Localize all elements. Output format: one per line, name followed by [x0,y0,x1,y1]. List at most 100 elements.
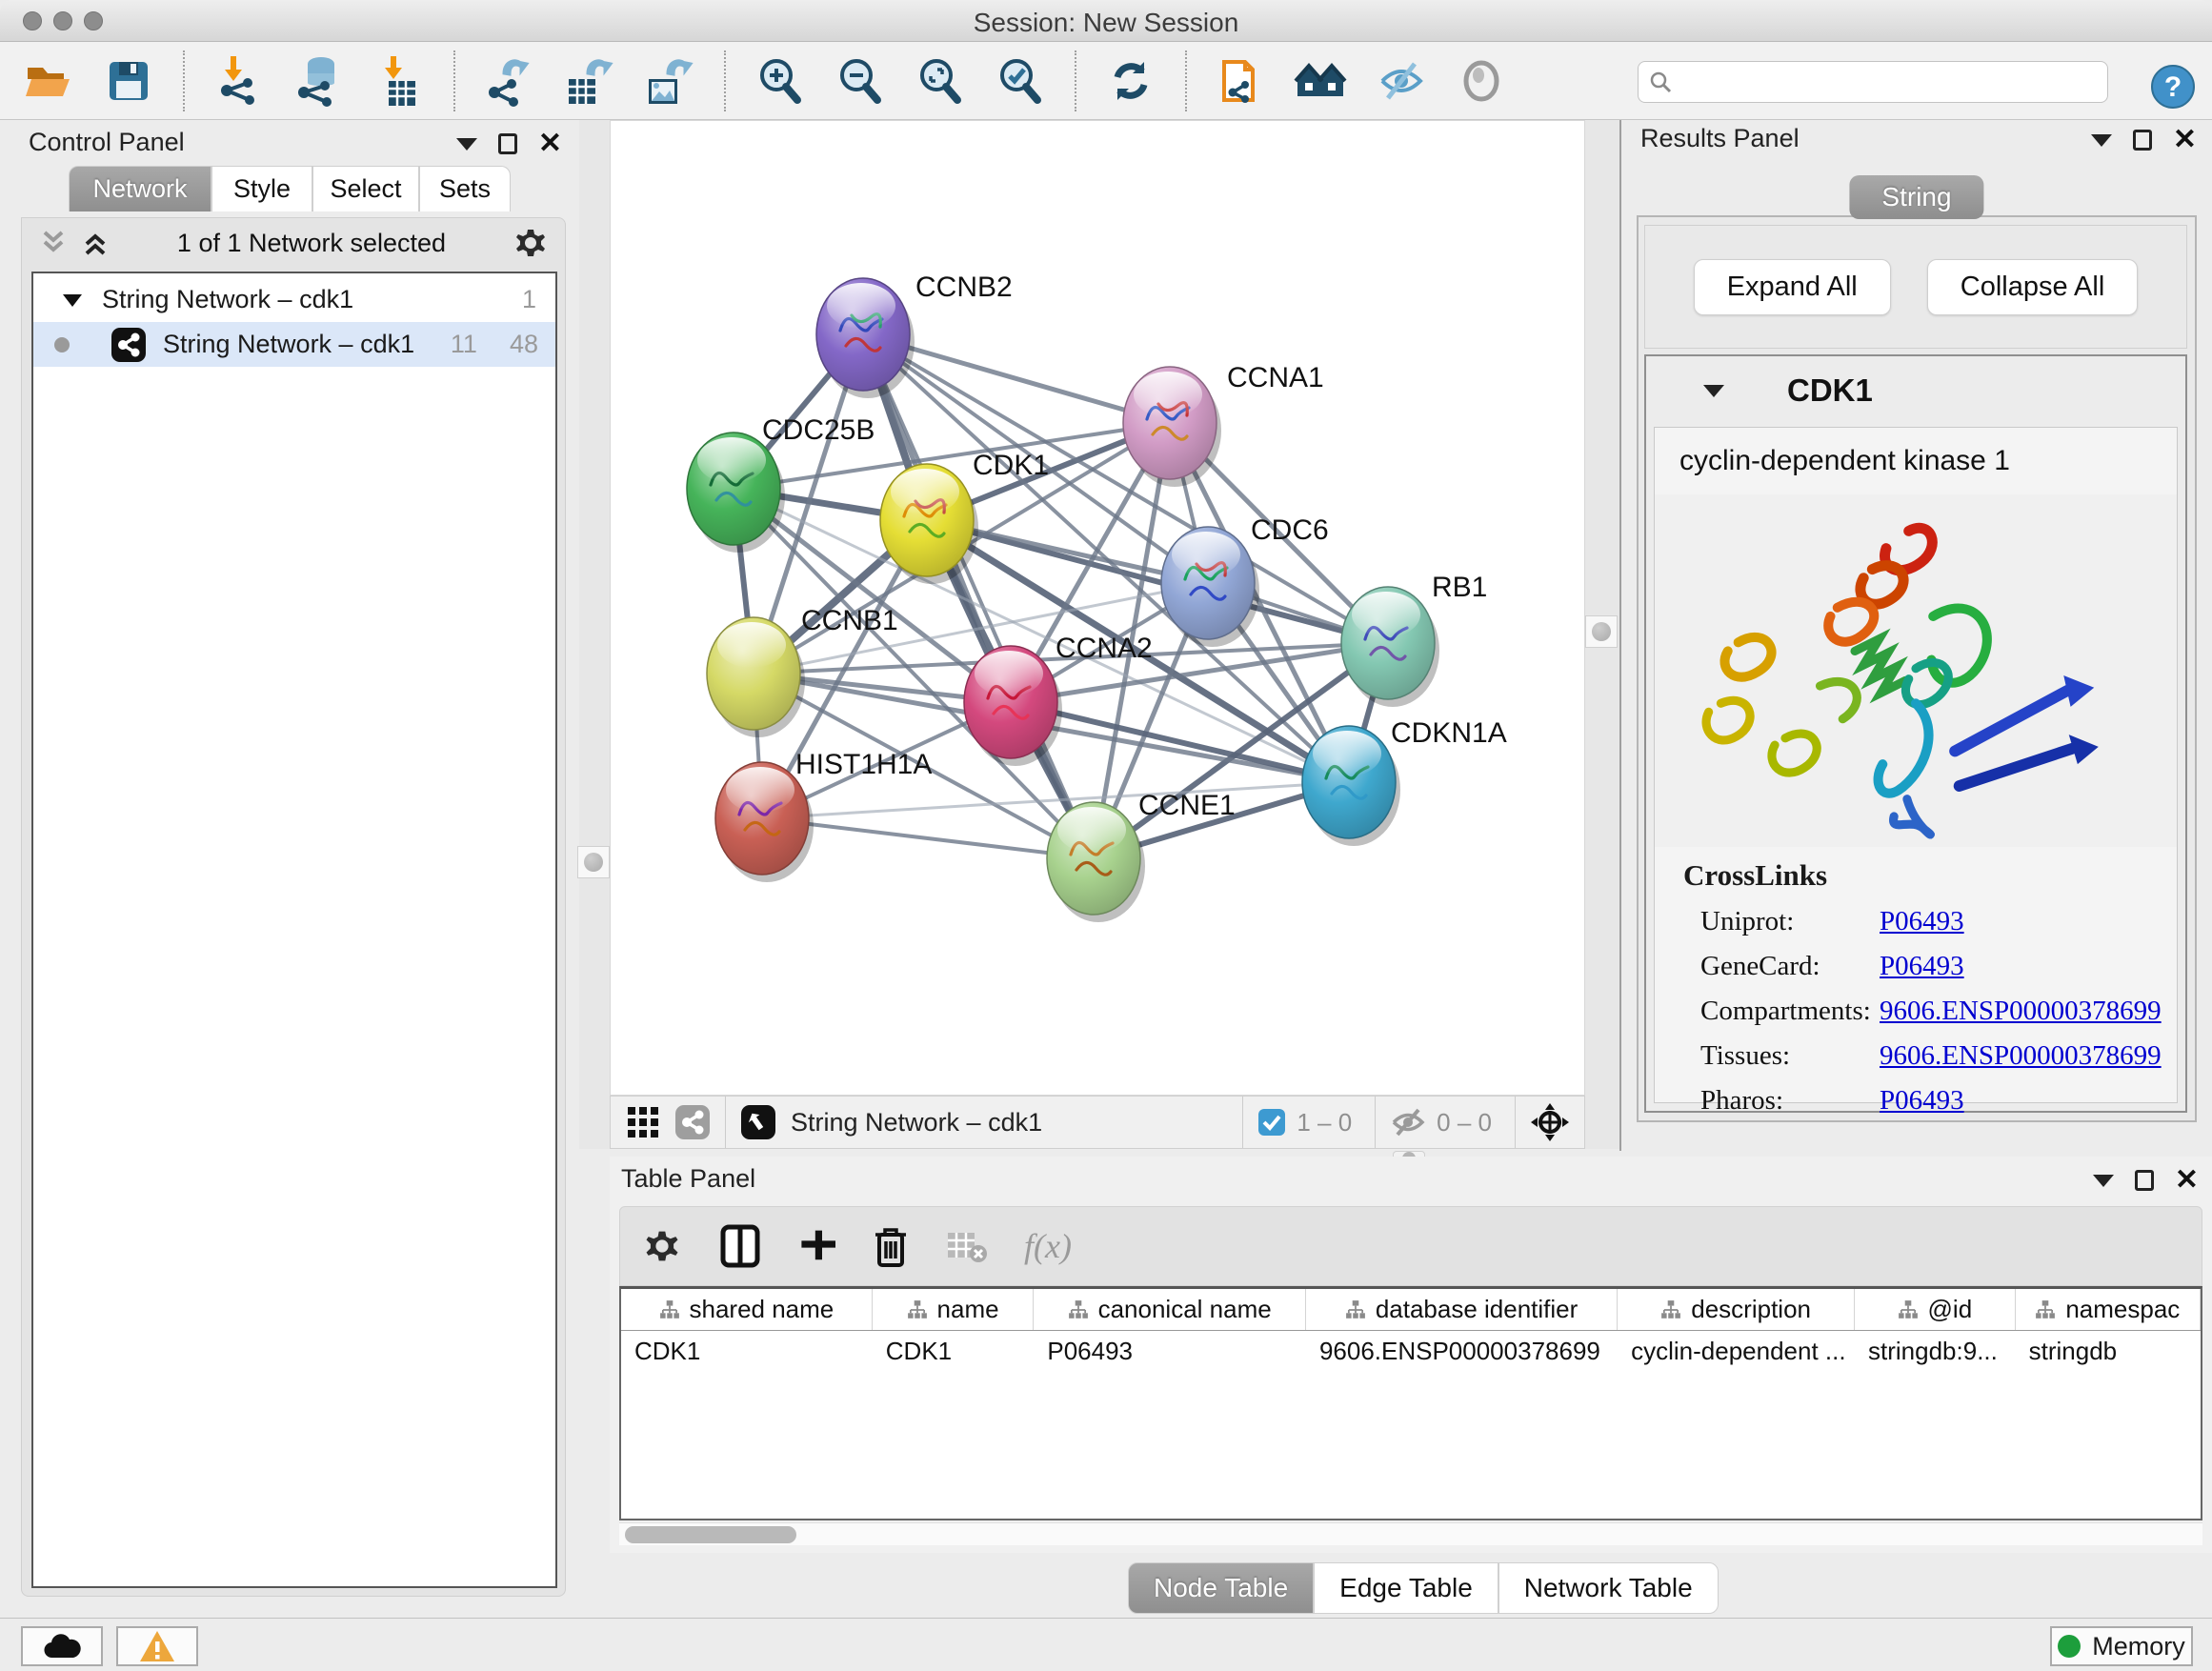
birds-eye-grid-icon[interactable] [626,1105,660,1139]
panel-float-icon[interactable] [2133,130,2152,151]
crosslink-link[interactable]: 9606.ENSP00000378699 [1880,996,2162,1027]
panel-menu-icon[interactable] [2093,1175,2114,1187]
panel-menu-icon[interactable] [456,138,477,151]
add-column-icon[interactable] [797,1223,835,1269]
crosslink-link[interactable]: P06493 [1880,1085,1964,1117]
hidden-counts: 0 – 0 [1437,1108,1492,1137]
export-image-icon[interactable] [642,53,697,109]
save-icon[interactable] [101,53,156,109]
network-share-icon[interactable] [674,1103,712,1141]
column-header-name[interactable]: name [873,1289,1035,1330]
new-network-from-selection-icon[interactable] [1214,53,1269,109]
collapse-all-button[interactable]: Collapse All [1927,259,2139,315]
network-overview-icon[interactable] [1294,53,1349,109]
svg-text:CCNA1: CCNA1 [1227,362,1324,393]
zoom-fit-icon[interactable] [913,53,968,109]
tab-network[interactable]: Network [69,166,211,211]
network-options-gear-icon[interactable] [512,224,550,262]
network-view-canvas[interactable]: CCNB2CCNA1CDC25BCDK1CDC6RB1CCNB1CCNA2CDK… [610,120,1585,1096]
detach-view-icon[interactable] [739,1103,777,1141]
scrollbar-thumb[interactable] [625,1526,796,1543]
export-table-icon[interactable] [562,53,617,109]
gene-entry-header[interactable]: CDK1 [1646,356,2185,425]
column-header-namespac[interactable]: namespac [2016,1289,2201,1330]
table-cell[interactable]: cyclin-dependent ... [1618,1331,1855,1373]
table-cell[interactable]: CDK1 [621,1331,873,1373]
network-collection-row[interactable]: String Network – cdk1 1 [33,277,555,322]
tab-style[interactable]: Style [211,166,312,211]
zoom-selected-icon[interactable] [993,53,1048,109]
selected-checkbox-icon[interactable] [1257,1107,1287,1137]
show-view-eye-icon[interactable] [1454,53,1509,109]
status-bar: Memory [0,1618,2212,1671]
crosslink-link[interactable]: P06493 [1880,906,1964,937]
refresh-icon[interactable] [1103,53,1158,109]
import-table-file-icon[interactable] [372,53,427,109]
column-header-database-identifier[interactable]: database identifier [1306,1289,1618,1330]
export-network-icon[interactable] [482,53,537,109]
table-cell[interactable]: stringdb [2016,1331,2201,1373]
title-bar: Session: New Session [0,0,2212,42]
crosslink-row: Compartments:9606.ENSP00000378699 [1700,996,2177,1027]
collapse-entry-icon[interactable] [1703,385,1724,397]
table-cell[interactable]: 9606.ENSP00000378699 [1306,1331,1618,1373]
fit-selected-crosshair-icon[interactable] [1529,1101,1571,1143]
column-header-canonical-name[interactable]: canonical name [1034,1289,1306,1330]
tree-expand-icon[interactable] [60,291,85,310]
crosslink-row: Pharos:P06493 [1700,1085,2177,1117]
hide-panel-eye-icon[interactable] [1374,53,1429,109]
tab-network-table[interactable]: Network Table [1498,1562,1719,1614]
expand-all-icon[interactable] [79,229,111,257]
panel-menu-icon[interactable] [2091,134,2112,147]
network-name: String Network – cdk1 [163,330,414,359]
show-columns-icon[interactable] [719,1223,761,1269]
table-cell[interactable]: P06493 [1034,1331,1306,1373]
tab-select[interactable]: Select [312,166,419,211]
import-network-database-icon[interactable] [292,53,347,109]
left-splitter-handle[interactable] [577,846,610,878]
zoom-in-icon[interactable] [753,53,808,109]
panel-close-icon[interactable]: ✕ [538,133,562,154]
crosslinks-section: CrossLinks Uniprot:P06493GeneCard:P06493… [1655,858,2177,1117]
table-options-gear-icon[interactable] [641,1225,683,1267]
help-icon[interactable]: ? [2145,59,2201,114]
control-panel-tabs: NetworkStyleSelectSets [69,166,511,211]
left-splitter[interactable] [579,120,610,1149]
network-node-CDC6: CDC6 [1161,514,1329,647]
table-horizontal-scrollbar[interactable] [619,1522,2202,1545]
expand-all-button[interactable]: Expand All [1694,259,1891,315]
cloud-sync-button[interactable] [21,1626,103,1666]
warnings-button[interactable] [116,1626,198,1666]
tab-string[interactable]: String [1849,175,1983,219]
panel-float-icon[interactable] [498,133,517,154]
panel-close-icon[interactable]: ✕ [2173,130,2197,151]
search-input[interactable] [1673,64,2107,100]
crosslink-link[interactable]: 9606.ENSP00000378699 [1880,1040,2162,1072]
network-row[interactable]: String Network – cdk1 11 48 [33,322,555,367]
global-search [1638,61,2108,103]
node-table[interactable]: shared namenamecanonical namedatabase id… [619,1286,2202,1520]
tab-edge-table[interactable]: Edge Table [1314,1562,1498,1614]
tab-node-table[interactable]: Node Table [1128,1562,1314,1614]
zoom-out-icon[interactable] [833,53,888,109]
import-network-file-icon[interactable] [211,53,267,109]
table-panel: Table Panel ✕ f(x) shared namenamecanoni… [610,1157,2212,1553]
column-header-shared-name[interactable]: shared name [621,1289,873,1330]
table-type-tabs: Node TableEdge TableNetwork Table [1128,1562,1719,1614]
open-folder-icon[interactable] [21,53,76,109]
tab-sets[interactable]: Sets [419,166,511,211]
column-header--id[interactable]: @id [1855,1289,2016,1330]
table-cell[interactable]: stringdb:9... [1855,1331,2016,1373]
crosslink-link[interactable]: P06493 [1880,951,1964,982]
delete-column-trash-icon[interactable] [872,1223,910,1269]
collapse-all-icon[interactable] [37,229,70,257]
panel-float-icon[interactable] [2135,1170,2154,1191]
table-cell[interactable]: CDK1 [873,1331,1035,1373]
memory-button[interactable]: Memory [2050,1626,2193,1666]
column-header-description[interactable]: description [1618,1289,1855,1330]
hidden-eye-icon[interactable] [1389,1106,1427,1138]
table-row[interactable]: CDK1CDK1P064939606.ENSP00000378699cyclin… [621,1331,2201,1373]
right-splitter-handle[interactable] [1585,615,1618,648]
panel-close-icon[interactable]: ✕ [2175,1170,2199,1191]
network-node-RB1: RB1 [1341,572,1487,707]
